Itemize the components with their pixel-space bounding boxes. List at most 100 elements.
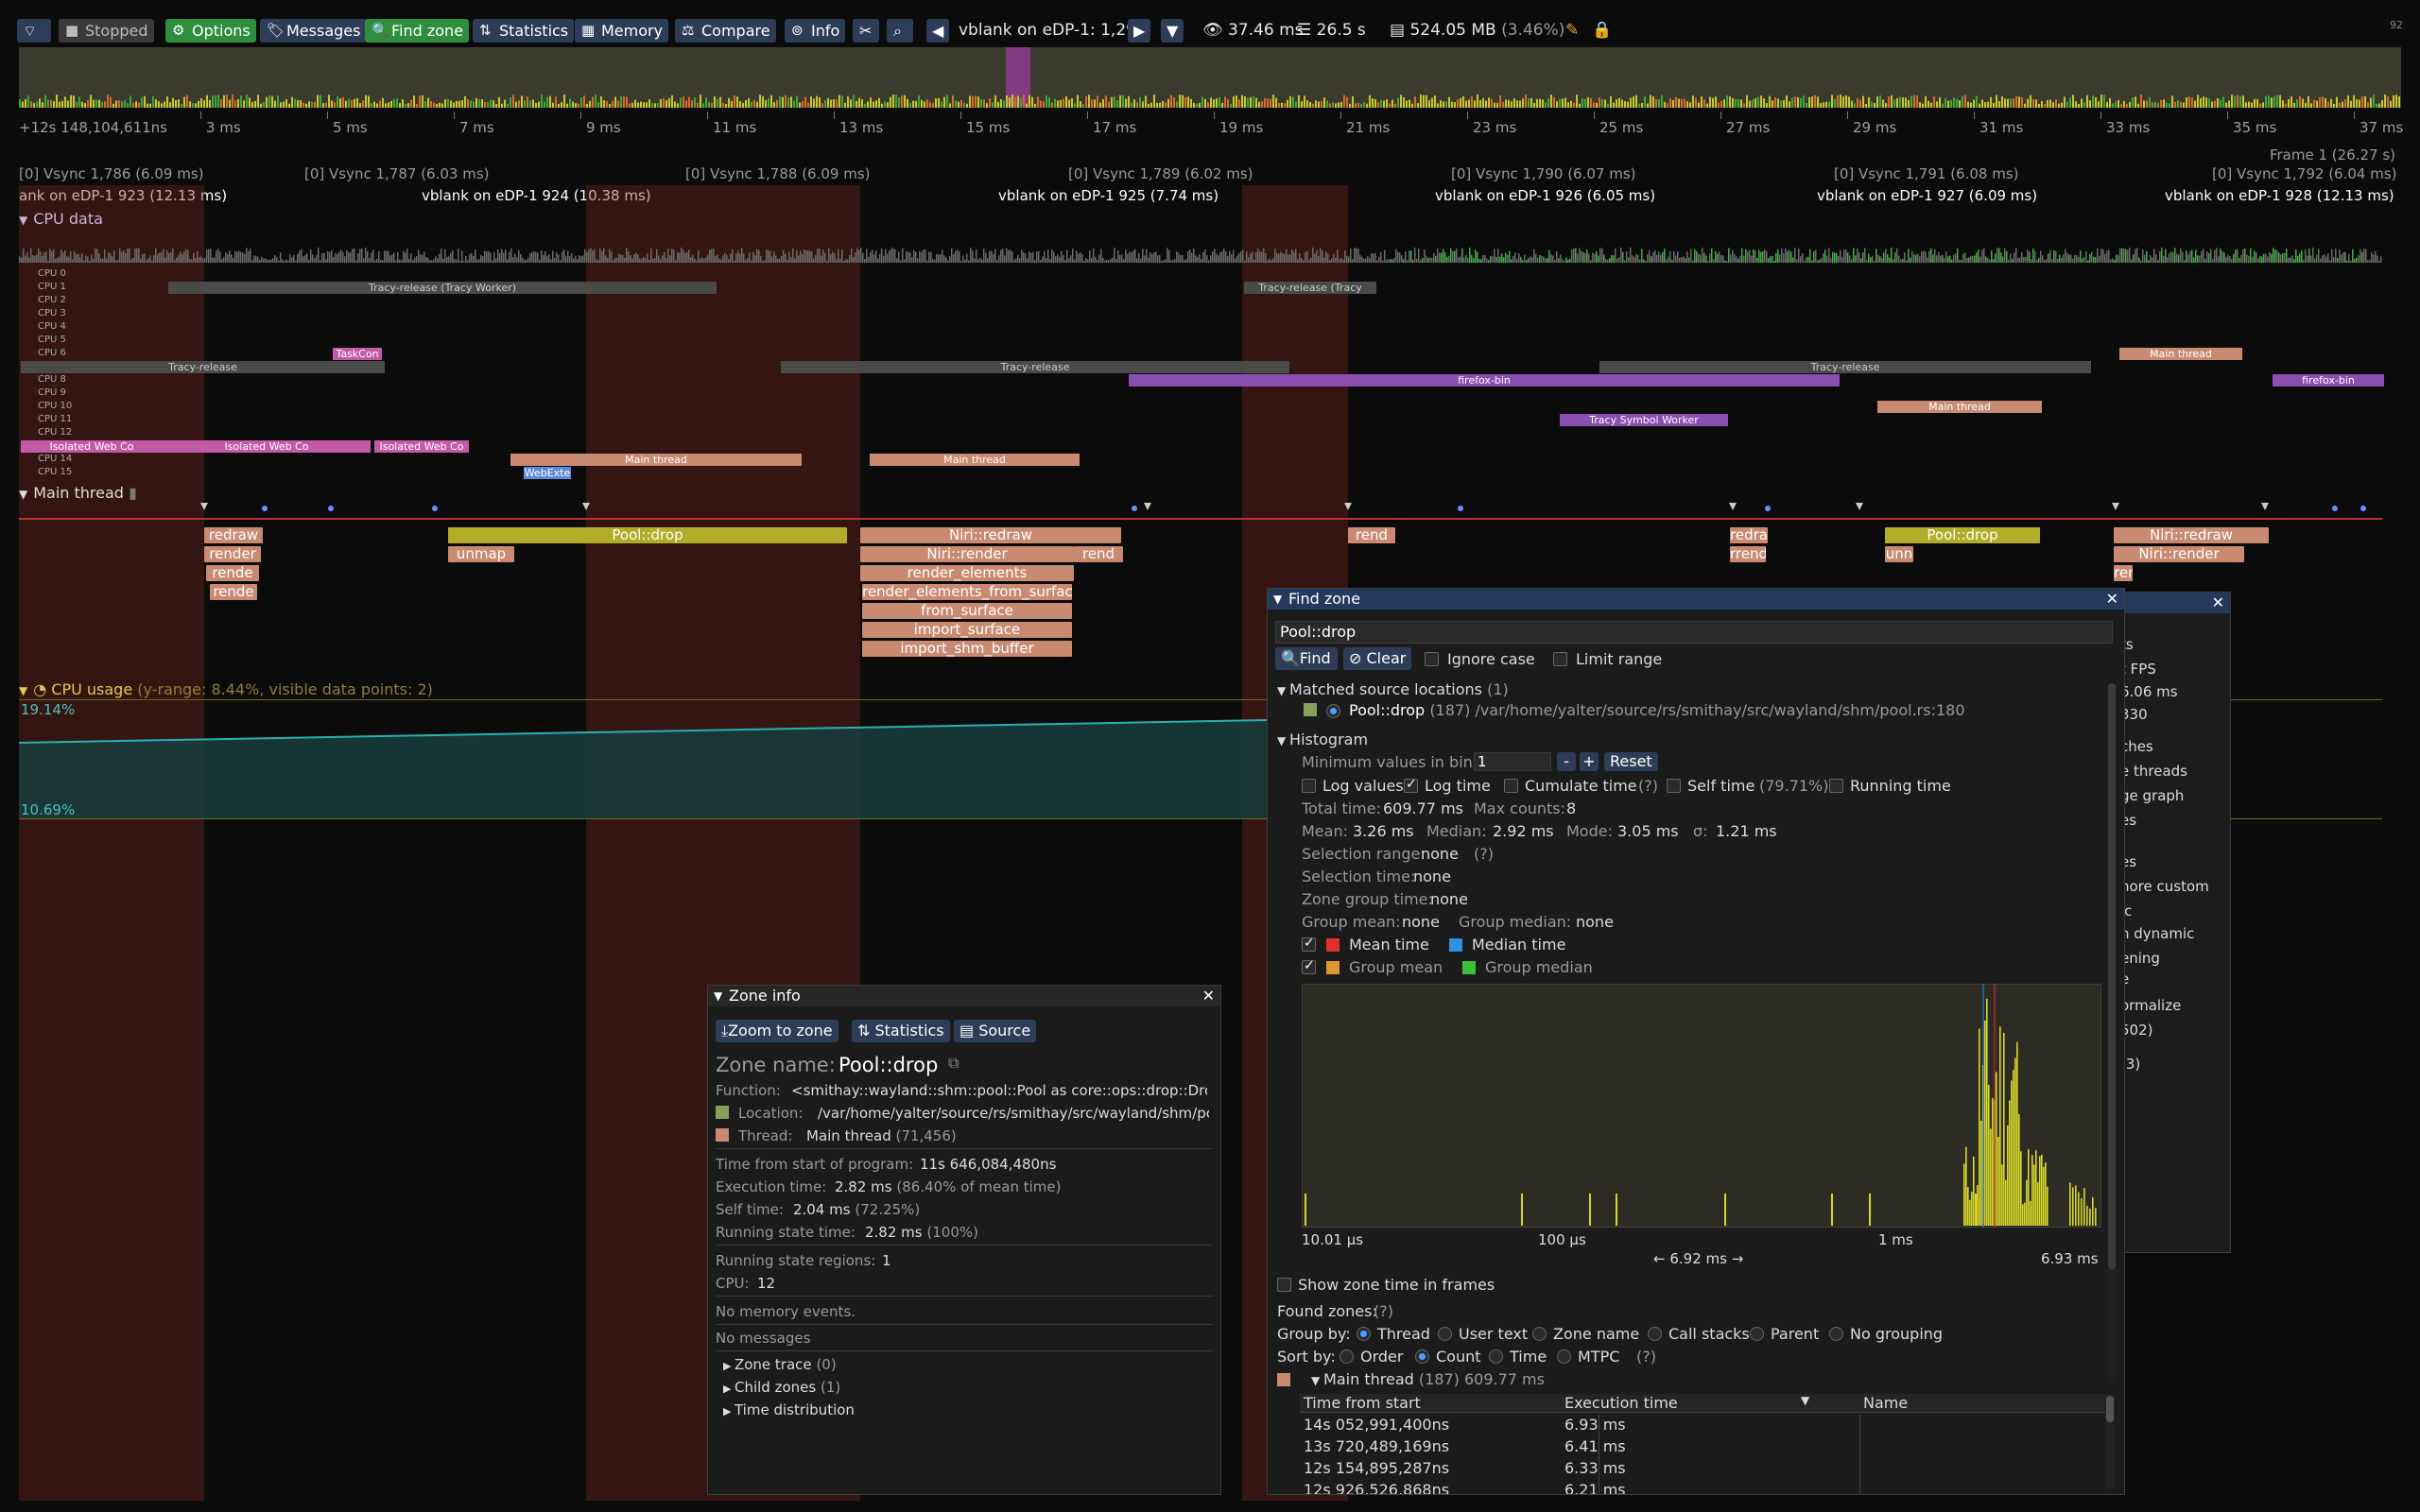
cpu-thread-block[interactable]: Tracy-release (781, 361, 1289, 373)
next-frame-button[interactable]: ▶ (1128, 19, 1150, 43)
zoom-button[interactable]: ⌕ (887, 19, 913, 43)
zone[interactable]: Pool::drop (1885, 527, 2040, 543)
eyedropper-icon[interactable]: ✎ (1565, 19, 1579, 43)
zone[interactable]: Niri::render (860, 546, 1074, 562)
running-time-checkbox[interactable] (1829, 779, 1843, 793)
find-zone-titlebar[interactable]: ▼ Find zone ✕ (1268, 589, 2124, 610)
tools-button[interactable]: ✂ (853, 19, 879, 43)
vblank-item[interactable]: vblank on eDP-1 927 (6.09 ms) (1817, 187, 2037, 204)
vsync-item[interactable]: [0] Vsync 1,789 (6.02 ms) (1068, 165, 1253, 182)
find-button[interactable]: 🔍Find (1275, 647, 1338, 670)
min-bin-input[interactable]: 1 (1474, 752, 1551, 771)
col-execution-time[interactable]: Execution time (1564, 1394, 1678, 1412)
connection-icon[interactable]: ⌔ (17, 19, 51, 43)
cpu-thread-block[interactable]: TaskCon (333, 348, 382, 360)
match-radio[interactable] (1326, 704, 1340, 718)
no-grouping-radio[interactable] (1829, 1327, 1843, 1341)
compare-button[interactable]: ⚖ Compare (675, 19, 776, 43)
zone[interactable]: redraw (204, 527, 263, 543)
memory-button[interactable]: ▦ Memory (575, 19, 669, 43)
vsync-item[interactable]: [0] Vsync 1,788 (6.09 ms) (685, 165, 871, 182)
stopped-button[interactable]: ■ Stopped (59, 19, 154, 43)
table-row[interactable]: 13s 720,489,169ns 6.41 ms (1300, 1436, 2113, 1458)
sort-count-radio[interactable] (1415, 1349, 1429, 1364)
log-time-checkbox[interactable] (1404, 777, 1418, 793)
cumulate-time-checkbox[interactable] (1504, 779, 1518, 793)
mean-median-checkbox[interactable] (1302, 936, 1316, 952)
zone[interactable]: render_elements_from_surface (862, 584, 1072, 600)
self-time-checkbox[interactable] (1667, 779, 1681, 793)
close-icon[interactable]: ✕ (2106, 589, 2118, 610)
info-button[interactable]: ⊚ Info (785, 19, 846, 43)
limit-range-checkbox[interactable] (1553, 652, 1567, 666)
zone[interactable]: rende (210, 584, 257, 600)
group-by-call-stacks-radio[interactable] (1648, 1327, 1662, 1341)
cpu-thread-block[interactable]: firefox-bin (2273, 374, 2384, 387)
col-time-from-start[interactable]: Time from start (1304, 1394, 1421, 1412)
sort-time-radio[interactable] (1489, 1349, 1503, 1364)
zone[interactable]: render_elements (860, 565, 1074, 581)
table-scrollbar[interactable] (2105, 1394, 2115, 1488)
zone[interactable]: Pool::drop (448, 527, 847, 543)
zone[interactable]: import_shm_buffer (862, 641, 1072, 657)
cpu-usage-header[interactable]: ▼ ◔ CPU usage (y-range: 8.44%, visible da… (19, 680, 433, 698)
zone[interactable]: Niri::redraw (860, 527, 1121, 543)
options-button[interactable]: ⚙ Options (165, 19, 256, 43)
zone[interactable]: render_elements (2114, 565, 2133, 581)
find-zone-button[interactable]: 🔍 Find zone (365, 19, 470, 43)
window-scrollbar[interactable] (2107, 683, 2117, 1383)
decrement-button[interactable]: - (1557, 752, 1576, 771)
prev-frame-button[interactable]: ◀ (926, 19, 949, 43)
zone[interactable]: render (204, 546, 261, 562)
close-icon[interactable]: ✕ (2212, 593, 2224, 613)
zone[interactable]: from_surface (862, 603, 1072, 619)
cpu-thread-block[interactable]: firefox-bin (1129, 374, 1840, 387)
matched-header[interactable]: ▼ Matched source locations (1) (1277, 680, 1509, 698)
group-header[interactable]: ▼ Main thread (187) 609.77 ms (1311, 1370, 1545, 1388)
col-name[interactable]: Name (1863, 1394, 1908, 1412)
vblank-item[interactable]: vblank on eDP-1 925 (7.74 ms) (998, 187, 1219, 204)
cpu-thread-block[interactable]: Tracy-release (21, 361, 385, 373)
zone[interactable]: unmap (448, 546, 514, 562)
time-distribution-toggle[interactable]: ▶ Time distribution (723, 1401, 855, 1418)
cpu-thread-block[interactable]: Isolated Web Co (374, 440, 469, 453)
group-by-thread-radio[interactable] (1357, 1327, 1371, 1341)
messages-button[interactable]: 🏷 Messages (260, 19, 367, 43)
zone[interactable]: rrend (1730, 546, 1766, 562)
cpu-thread-block[interactable]: Isolated Web Co (21, 440, 163, 453)
vsync-item[interactable]: [0] Vsync 1,787 (6.03 ms) (304, 165, 490, 182)
zone[interactable]: rend (1074, 546, 1123, 562)
time-ruler[interactable]: +12s 148,104,611ns 3 ms 5 ms 7 ms 9 ms 11 ms… (0, 112, 2420, 147)
copy-icon[interactable]: ⧉ (948, 1054, 959, 1073)
zone[interactable]: import_surface (862, 622, 1072, 638)
zone[interactable]: rend (1348, 527, 1395, 543)
zone[interactable]: redra (1730, 527, 1768, 543)
increment-button[interactable]: + (1580, 752, 1599, 771)
sort-mtpc-radio[interactable] (1557, 1349, 1571, 1364)
table-row[interactable]: 12s 154,895,287ns 6.33 ms (1300, 1458, 2113, 1480)
vblank-item[interactable]: vblank on eDP-1 926 (6.05 ms) (1435, 187, 1655, 204)
child-zones-toggle[interactable]: ▶ Child zones (1) (723, 1379, 840, 1396)
sort-order-radio[interactable] (1340, 1349, 1354, 1364)
reset-button[interactable]: Reset (1604, 752, 1658, 771)
show-frames-checkbox[interactable] (1277, 1278, 1291, 1292)
vsync-item[interactable]: [0] Vsync 1,791 (6.08 ms) (1834, 165, 2019, 182)
group-by-parent-radio[interactable] (1750, 1327, 1764, 1341)
source-button[interactable]: ▤ Source (954, 1020, 1037, 1042)
histogram-plot[interactable] (1302, 984, 2101, 1228)
table-row[interactable]: 14s 052,991,400ns 6.93 ms (1300, 1415, 2113, 1436)
group-by-user-text-radio[interactable] (1438, 1327, 1452, 1341)
vsync-item[interactable]: [0] Vsync 1,790 (6.07 ms) (1451, 165, 1636, 182)
ignore-case-checkbox[interactable] (1425, 652, 1439, 666)
lock-icon[interactable]: 🔒 (1592, 19, 1612, 43)
cpu-thread-block[interactable]: Tracy Symbol Worker (1560, 414, 1728, 426)
cpu-thread-block[interactable]: Main thread (870, 454, 1080, 466)
clear-button[interactable]: ⊘ Clear (1343, 647, 1411, 670)
vsync-item[interactable]: [0] Vsync 1,792 (6.04 ms) (2212, 165, 2397, 182)
zone-info-titlebar[interactable]: ▼ Zone info ✕ (708, 986, 1220, 1006)
main-thread-header[interactable]: ▼ Main thread ▮ (19, 484, 137, 502)
zone[interactable]: unn (1885, 546, 1913, 562)
cpu-data-header[interactable]: ▼ CPU data (19, 210, 103, 228)
cpu-thread-block[interactable]: WebExte (524, 467, 571, 479)
zone[interactable]: Niri::redraw (2114, 527, 2269, 543)
